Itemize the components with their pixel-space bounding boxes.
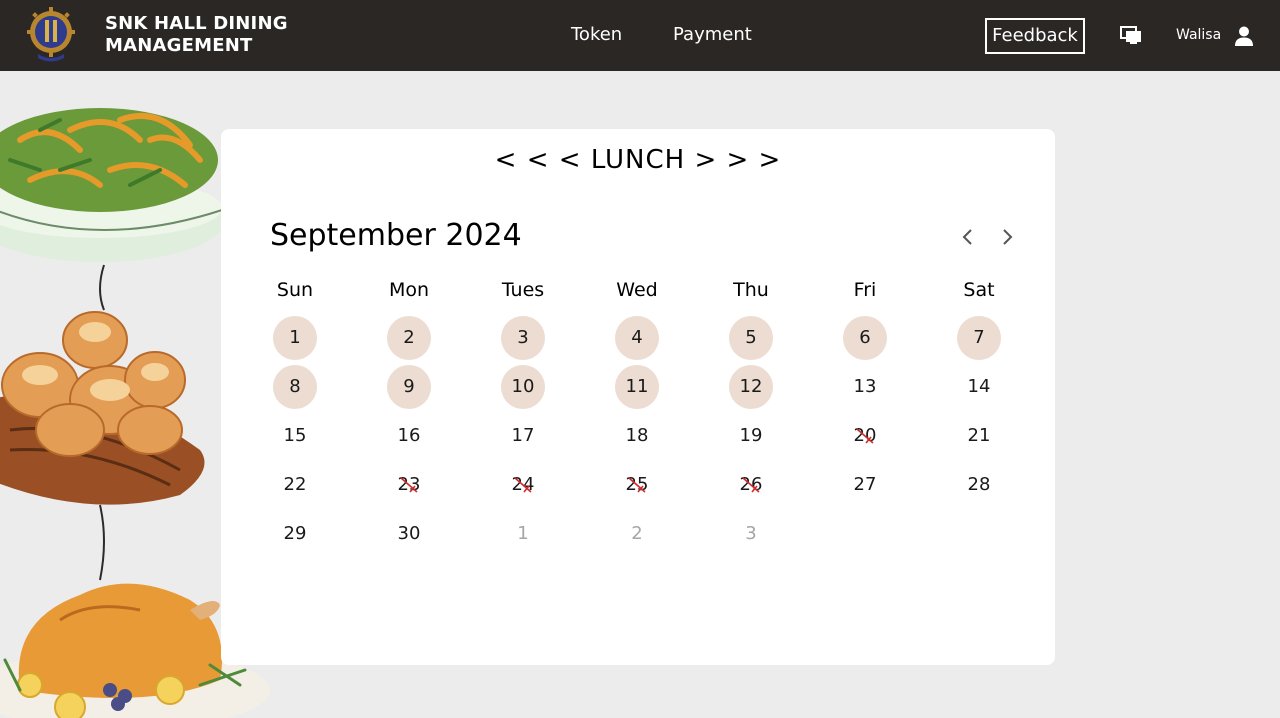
nav-token-link[interactable]: Token [571,24,622,45]
calendar-day[interactable]: 10 [501,365,545,409]
calendar-day[interactable]: 5 [729,316,773,360]
calendar-day[interactable]: 2 [387,316,431,360]
calendar-day[interactable]: 12 [729,365,773,409]
cancelled-mark-icon [628,477,646,493]
calendar-day[interactable]: 7 [957,316,1001,360]
weekday-header: Sun Mon Tues Wed Thu Fri Sat [238,279,1036,309]
calendar-day[interactable]: 1 [273,316,317,360]
calendar-day[interactable]: 3 [501,316,545,360]
next-month-icon[interactable] [997,227,1017,247]
calendar-day[interactable]: 6 [843,316,887,360]
brand-line-1: SNK HALL DINING [105,13,288,34]
calendar-day[interactable]: 16 [387,414,431,458]
calendar-day[interactable]: 28 [957,463,1001,507]
weekday-sat: Sat [963,279,995,301]
calendar-day: 3 [745,523,757,544]
calendar-day[interactable]: 4 [615,316,659,360]
weekday-tues: Tues [501,279,545,301]
app-title: SNK HALL DINING MANAGEMENT [105,13,288,57]
weekday-wed: Wed [616,279,658,301]
month-label: September 2024 [270,218,522,253]
calendar-grid: 1 2 3 4 5 6 7 8 9 10 11 12 13 14 15 16 17 18 19 20 21 22 23 24 2… [238,316,1036,566]
calendar-day[interactable]: 8 [273,365,317,409]
calendar-day[interactable]: 25 [615,463,659,507]
calendar-day[interactable]: 29 [273,512,317,556]
meal-selector: < < < LUNCH > > > [221,145,1055,175]
calendar-card: < < < LUNCH > > > September 2024 Sun Mon T… [221,129,1055,665]
top-navbar: SNK HALL DINING MANAGEMENT Token Payment… [0,0,1280,71]
calendar-day[interactable]: 15 [273,414,317,458]
weekday-fri: Fri [853,279,877,301]
cancelled-mark-icon [400,477,418,493]
calendar-day[interactable]: 19 [729,414,773,458]
next-meal-button[interactable]: > > > [694,145,781,175]
calendar-day[interactable]: 9 [387,365,431,409]
logo-icon[interactable] [26,4,76,64]
calendar-day[interactable]: 30 [387,512,431,556]
monitor-icon[interactable] [1120,26,1142,46]
user-icon[interactable] [1234,25,1254,47]
calendar-day[interactable]: 21 [957,414,1001,458]
brand-line-2: MANAGEMENT [105,35,253,56]
weekday-thu: Thu [733,279,769,301]
calendar-day[interactable]: 14 [957,365,1001,409]
nav-payment-link[interactable]: Payment [673,24,752,45]
meal-name: LUNCH [590,145,686,175]
calendar-day[interactable]: 18 [615,414,659,458]
calendar-day[interactable]: 13 [843,365,887,409]
weekday-mon: Mon [388,279,430,301]
calendar-day[interactable]: 11 [615,365,659,409]
calendar-day[interactable]: 27 [843,463,887,507]
feedback-button[interactable]: Feedback [985,18,1085,54]
prev-month-icon[interactable] [958,227,978,247]
calendar-day[interactable]: 22 [273,463,317,507]
prev-meal-button[interactable]: < < < [495,145,582,175]
cancelled-mark-icon [514,477,532,493]
calendar-day[interactable]: 24 [501,463,545,507]
calendar-day[interactable]: 20 [843,414,887,458]
calendar-day: 1 [517,523,529,544]
calendar-day[interactable]: 17 [501,414,545,458]
calendar-day[interactable]: 26 [729,463,773,507]
calendar-day[interactable]: 23 [387,463,431,507]
cancelled-mark-icon [742,477,760,493]
cancelled-mark-icon [856,428,874,444]
weekday-sun: Sun [276,279,314,301]
calendar-day: 2 [631,523,643,544]
username-label: Walisa [1176,27,1222,43]
